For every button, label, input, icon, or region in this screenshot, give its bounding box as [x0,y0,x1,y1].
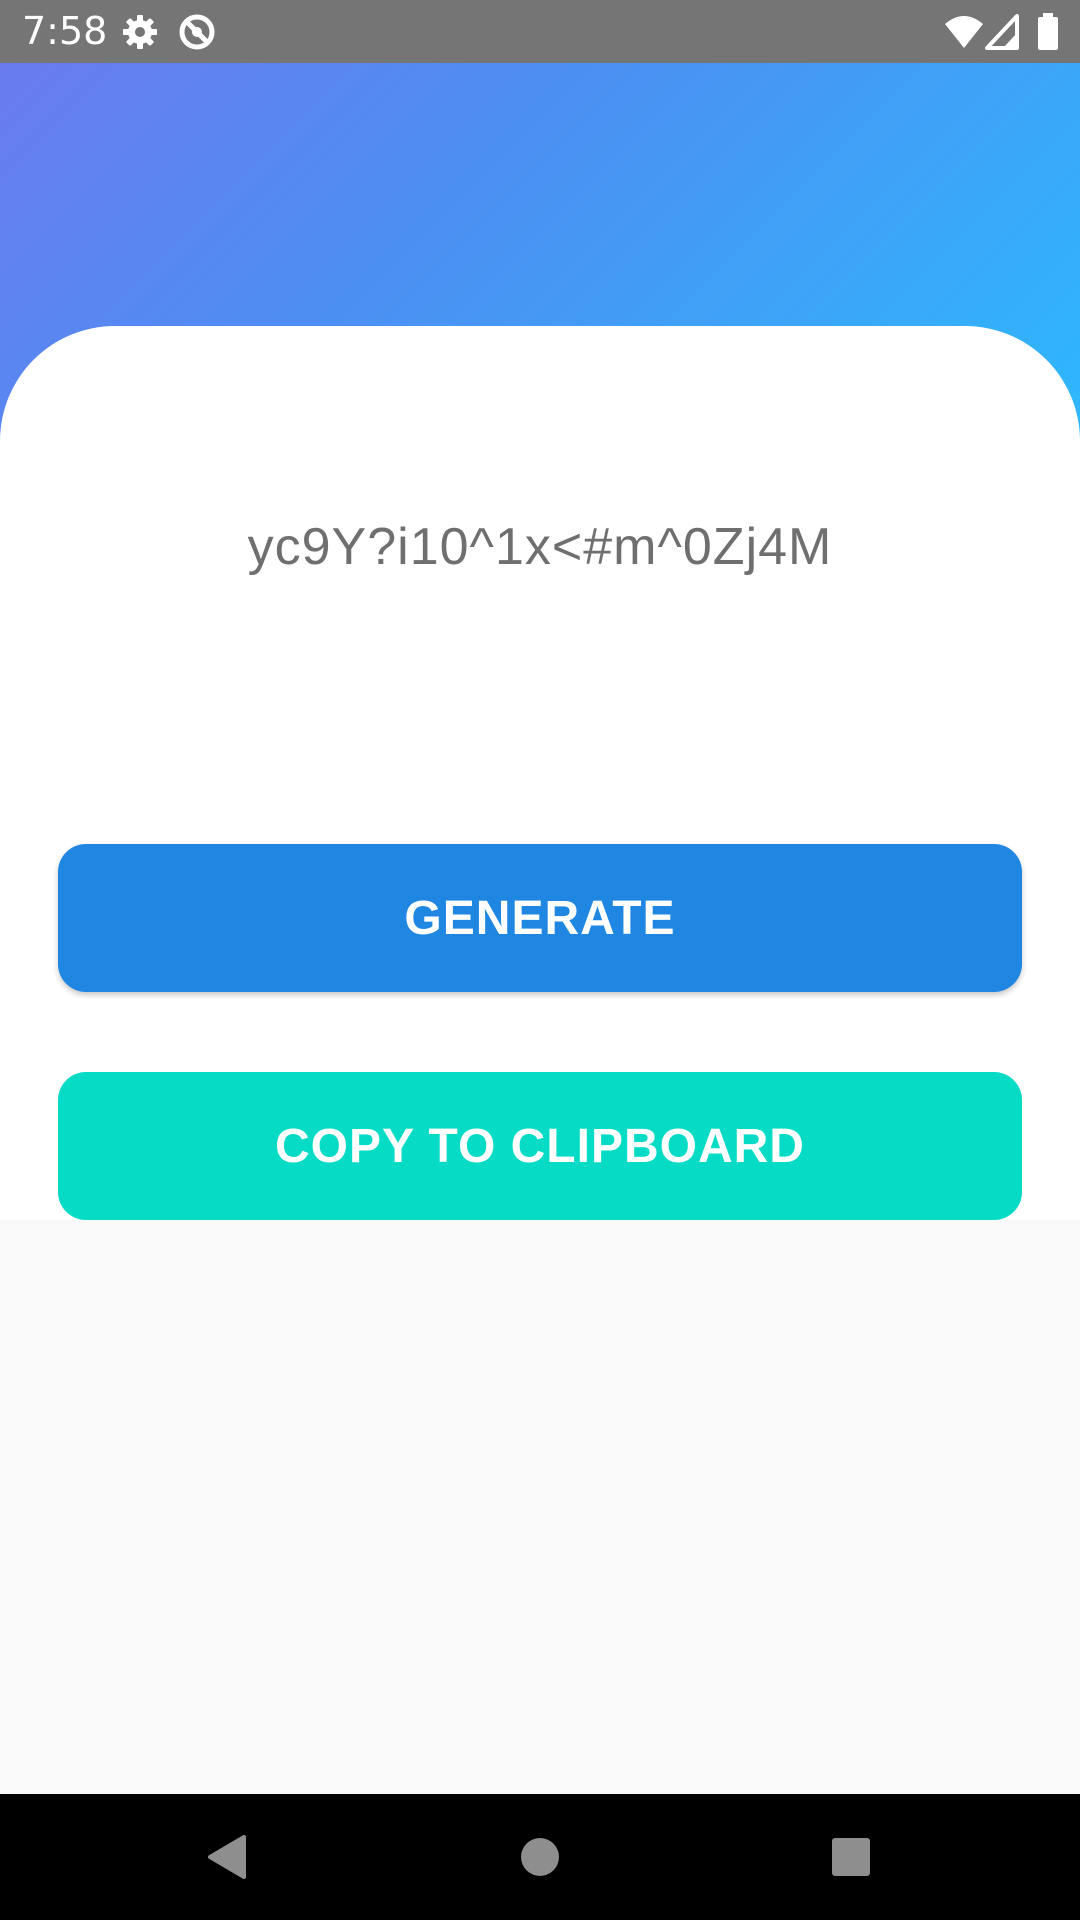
signal-icon [985,12,1025,52]
status-bar: 7:58 [0,0,1080,63]
status-time: 7:58 [22,9,108,53]
generated-password: yc9Y?i10^1x<#m^0Zj4M [247,518,833,576]
navigation-bar [0,1794,1080,1920]
screen: 7:58 yc9Y?i10^1x<#m^0Zj4M GENERATE COPY … [0,0,1080,1920]
home-icon[interactable] [510,1827,570,1887]
copy-to-clipboard-button[interactable]: COPY TO CLIPBOARD [58,1072,1022,1220]
battery-icon [1036,12,1060,52]
back-icon[interactable] [196,1827,256,1887]
sync-icon [177,12,217,52]
gear-icon [120,12,160,52]
generate-button[interactable]: GENERATE [58,844,1022,992]
recents-icon[interactable] [821,1827,881,1887]
wifi-icon [944,12,984,52]
